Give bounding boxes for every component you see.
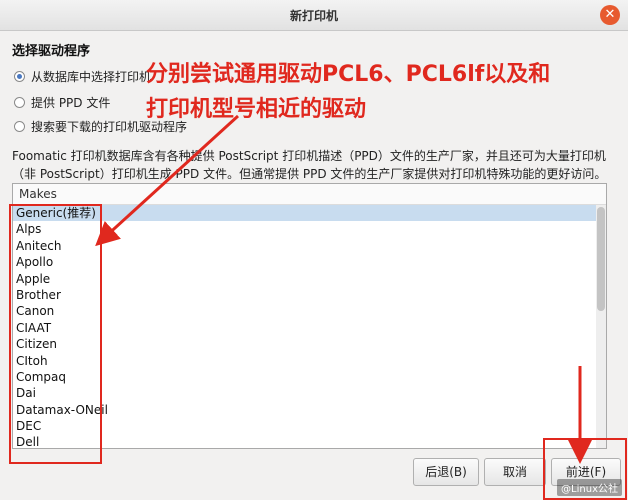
- title-bar: 新打印机 ✕: [0, 0, 628, 31]
- radio-from-database[interactable]: 从数据库中选择打印机: [14, 68, 151, 85]
- radio-icon[interactable]: [14, 97, 25, 108]
- scrollbar[interactable]: [596, 205, 606, 448]
- radio-label: 从数据库中选择打印机: [31, 70, 152, 84]
- annotation-line-1: 分别尝试通用驱动PCL6、PCL6lf以及和: [146, 62, 551, 87]
- section-title: 选择驱动程序: [12, 44, 91, 59]
- close-icon[interactable]: ✕: [600, 5, 620, 25]
- annotation-line-2: 打印机型号相近的驱动: [146, 97, 367, 122]
- cancel-button[interactable]: 取消: [484, 458, 546, 486]
- scrollbar-thumb[interactable]: [597, 207, 605, 311]
- radio-provide-ppd[interactable]: 提供 PPD 文件: [14, 94, 110, 111]
- back-button[interactable]: 后退(B): [413, 458, 479, 486]
- radio-selected-icon[interactable]: [14, 71, 25, 82]
- description-text: Foomatic 打印机数据库含有各种提供 PostScript 打印机描述（P…: [12, 149, 607, 181]
- radio-label: 提供 PPD 文件: [31, 96, 111, 110]
- radio-icon[interactable]: [14, 121, 25, 132]
- annotation-box-makes: [9, 204, 102, 464]
- list-header[interactable]: Makes: [13, 184, 606, 205]
- watermark: @Linux公社: [557, 479, 622, 496]
- window-title: 新打印机: [289, 9, 338, 23]
